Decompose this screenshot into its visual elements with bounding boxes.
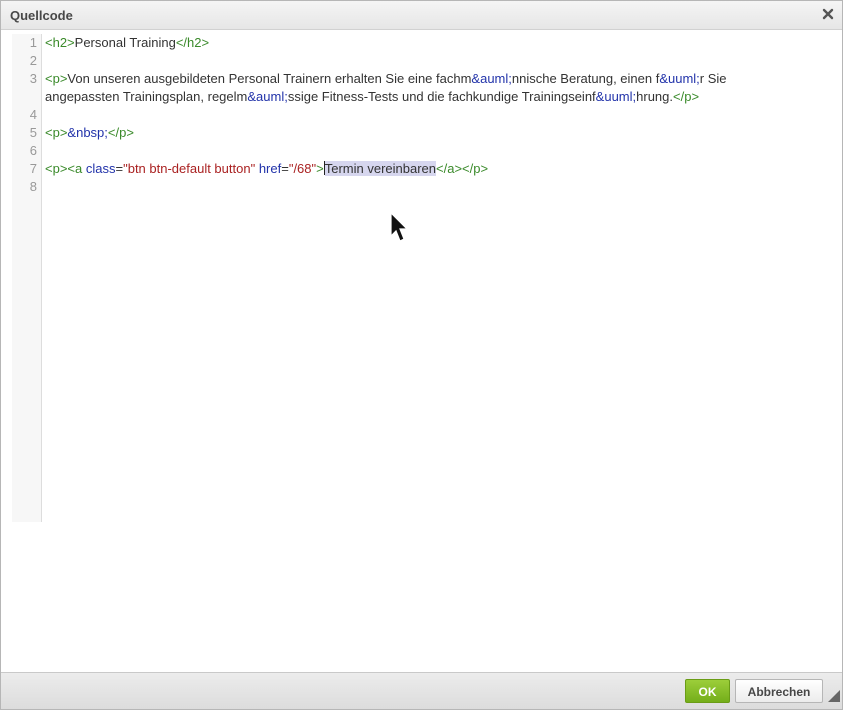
code-line[interactable]: 8 bbox=[12, 178, 832, 196]
code-token: </a> bbox=[436, 161, 463, 176]
code-token: > bbox=[316, 161, 324, 176]
code-token: Von unseren ausgebildeten Personal Train… bbox=[67, 71, 472, 86]
code-line[interactable]: 1 <h2>Personal Training</h2> bbox=[12, 34, 832, 52]
line-number: 3 bbox=[29, 71, 37, 86]
code-token: <p> bbox=[45, 161, 68, 176]
line-number: 2 bbox=[29, 53, 37, 68]
code-lines: 1 <h2>Personal Training</h2> 2 3 <p>Von … bbox=[12, 34, 832, 196]
line-number: 7 bbox=[29, 161, 37, 176]
code-token: &uuml; bbox=[595, 89, 637, 104]
code-token: </p> bbox=[107, 125, 134, 140]
code-token: </p> bbox=[462, 161, 489, 176]
code-token: &auml; bbox=[247, 89, 288, 104]
code-token: href bbox=[258, 161, 282, 176]
line-number: 4 bbox=[29, 107, 37, 122]
dialog-title: Quellcode bbox=[10, 8, 73, 23]
code-token: nnische Beratung, einen f bbox=[511, 71, 660, 86]
mouse-pointer-icon bbox=[390, 211, 409, 247]
code-token: &nbsp; bbox=[67, 125, 108, 140]
dialog-titlebar[interactable]: Quellcode bbox=[1, 1, 842, 30]
code-token: &uuml; bbox=[659, 71, 700, 86]
code-line[interactable]: 4 bbox=[12, 106, 832, 124]
line-number: 5 bbox=[29, 125, 37, 140]
ok-button[interactable]: OK bbox=[685, 679, 730, 703]
code-token: ssige Fitness-Tests und die fachkundige … bbox=[287, 89, 596, 104]
cancel-button[interactable]: Abbrechen bbox=[735, 679, 823, 703]
code-token: hrung. bbox=[636, 89, 674, 104]
code-token: Personal Training bbox=[74, 35, 176, 50]
line-number: 8 bbox=[29, 179, 37, 194]
code-token: = bbox=[115, 161, 124, 176]
code-token: <h2> bbox=[45, 35, 75, 50]
code-line[interactable]: 3 <p>Von unseren ausgebildeten Personal … bbox=[12, 70, 832, 106]
code-token: <p> bbox=[45, 71, 68, 86]
code-token: &auml; bbox=[471, 71, 512, 86]
source-code-dialog: Quellcode 1 <h2>Personal Training</h2> 2… bbox=[0, 0, 843, 710]
code-token: <p> bbox=[45, 125, 68, 140]
code-line[interactable]: 7 <p><a class="btn btn-default button" h… bbox=[12, 160, 832, 178]
code-line[interactable]: 5 <p>&nbsp;</p> bbox=[12, 124, 832, 142]
code-line[interactable]: 6 bbox=[12, 142, 832, 160]
code-token: </h2> bbox=[175, 35, 210, 50]
code-editor[interactable]: 1 <h2>Personal Training</h2> 2 3 <p>Von … bbox=[12, 34, 832, 522]
code-token: <a bbox=[67, 161, 83, 176]
code-token: "btn btn-default button" bbox=[123, 161, 256, 176]
code-token: </p> bbox=[673, 89, 700, 104]
dialog-footer: OK Abbrechen bbox=[1, 672, 842, 709]
close-icon[interactable] bbox=[821, 7, 835, 21]
line-number: 6 bbox=[29, 143, 37, 158]
code-token: class bbox=[85, 161, 116, 176]
code-token: "/68" bbox=[288, 161, 317, 176]
line-number: 1 bbox=[29, 35, 37, 50]
resize-grip-icon[interactable] bbox=[828, 689, 840, 707]
code-token: = bbox=[281, 161, 289, 176]
selected-text[interactable]: Termin vereinbaren bbox=[324, 161, 437, 176]
code-line[interactable]: 2 bbox=[12, 52, 832, 70]
